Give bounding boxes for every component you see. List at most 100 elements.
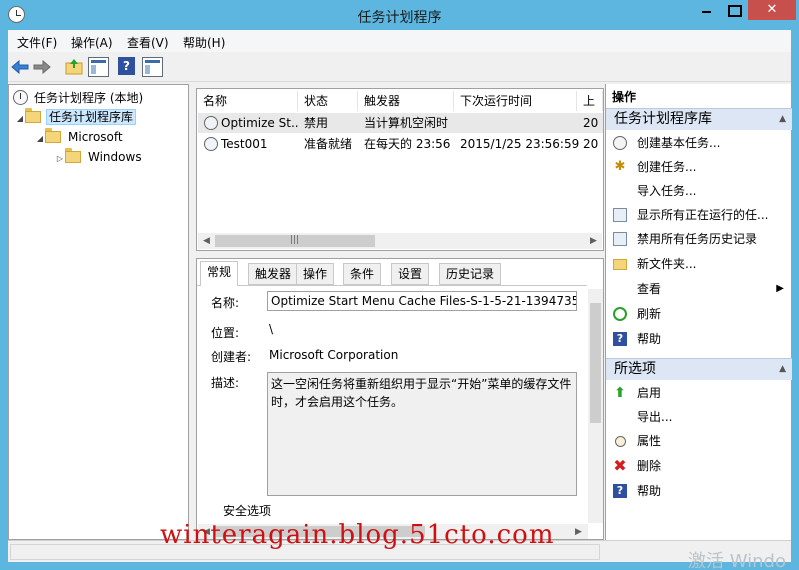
action-help-selected[interactable]: ? 帮助 (606, 480, 792, 502)
properties-icon (615, 436, 626, 447)
scroll-left-icon[interactable]: ◀ (198, 233, 215, 249)
tab-triggers[interactable]: 触发器 (248, 263, 299, 285)
section-title: 所选项 (614, 361, 656, 377)
watermark-text: winteragain.blog.51cto.com (160, 520, 555, 550)
scroll-right-icon[interactable]: ▶ (570, 524, 587, 539)
show-hide-action-pane-icon[interactable] (142, 57, 163, 77)
menu-help[interactable]: 帮助(H) (183, 34, 225, 51)
tree-item-windows[interactable]: ▷ Windows (55, 148, 144, 166)
client-area: 文件(F) 操作(A) 查看(V) 帮助(H) ? 任务计划程序 (本地) ◢ 任… (8, 30, 792, 562)
clock-icon (13, 90, 28, 105)
collapsed-arrow-icon[interactable]: ▷ (55, 150, 65, 168)
menu-action[interactable]: 操作(A) (71, 34, 113, 51)
help-icon: ? (613, 332, 627, 346)
task-list: 名称 状态 触发器 下次运行时间 上 Optimize St... 禁用 当计算… (196, 88, 604, 251)
maximize-button[interactable] (720, 0, 747, 20)
clock-icon (613, 136, 627, 150)
action-import-task[interactable]: 导入任务... (606, 180, 792, 202)
refresh-icon (613, 307, 627, 321)
name-field[interactable]: Optimize Start Menu Cache Files-S-1-5-21… (267, 291, 577, 311)
action-label: 禁用所有任务历史记录 (637, 232, 758, 246)
expand-arrow-icon[interactable]: ◢ (15, 110, 25, 128)
history-icon (613, 232, 627, 246)
close-button[interactable]: ✕ (748, 0, 796, 20)
cell-last-run: 20 (583, 137, 599, 151)
author-label: 创建者: (211, 350, 252, 364)
section-title: 任务计划程序库 (614, 111, 712, 127)
vertical-scrollbar[interactable] (588, 289, 603, 523)
section-selected-item[interactable]: 所选项 ▲ (606, 358, 792, 380)
collapse-icon[interactable]: ▲ (779, 109, 786, 130)
folder-up-icon[interactable] (64, 57, 84, 77)
tab-conditions[interactable]: 条件 (343, 263, 382, 285)
task-scheduler-window: 任务计划程序 ✕ 文件(F) 操作(A) 查看(V) 帮助(H) ? 任务计划程… (0, 0, 799, 570)
action-delete[interactable]: ✖ 删除 (606, 455, 792, 477)
action-disable-history[interactable]: 禁用所有任务历史记录 (606, 228, 792, 250)
column-header-last-run[interactable]: 上 (577, 91, 603, 111)
back-arrow-icon[interactable] (10, 57, 30, 77)
general-tab-body: 名称: Optimize Start Menu Cache Files-S-1-… (197, 285, 587, 525)
scroll-right-icon[interactable]: ▶ (585, 233, 602, 249)
tree-item-library[interactable]: ◢ 任务计划程序库 (15, 108, 137, 128)
new-task-icon: ✱ (614, 159, 626, 174)
action-properties[interactable]: 属性 (606, 430, 792, 452)
cell-next-run: 2015/1/25 23:56:59 (460, 137, 580, 151)
tab-history[interactable]: 历史记录 (439, 263, 502, 285)
tab-general[interactable]: 常规 (200, 261, 239, 286)
location-value: \ (269, 322, 274, 336)
list-icon (613, 208, 627, 222)
description-field[interactable]: 这一空闲任务将重新组织用于显示“开始”菜单的缓存文件时，才会启用这个任务。 (267, 372, 577, 496)
table-row[interactable]: Test001 准备就绪 在每天的 23:56 2015/1/25 23:56:… (198, 134, 603, 154)
minimize-button[interactable] (693, 0, 720, 20)
folder-icon (25, 108, 41, 123)
menu-file[interactable]: 文件(F) (17, 34, 57, 51)
cell-status: 禁用 (304, 116, 329, 130)
action-view[interactable]: 查看 ▶ (606, 278, 792, 300)
action-enable[interactable]: ⬆ 启用 (606, 382, 792, 404)
scroll-thumb[interactable] (590, 303, 601, 423)
table-row[interactable]: Optimize St... 禁用 当计算机空闲时 20 (198, 113, 603, 133)
action-label: 删除 (637, 459, 662, 473)
tree-item-root[interactable]: 任务计划程序 (本地) (13, 89, 145, 107)
cell-name: Optimize St... (204, 113, 299, 133)
description-label: 描述: (211, 376, 240, 390)
column-header-trigger[interactable]: 触发器 (358, 91, 454, 111)
show-hide-console-tree-icon[interactable] (88, 57, 109, 77)
action-label: 启用 (637, 386, 662, 400)
cell-last-run: 20 (583, 116, 599, 130)
action-export[interactable]: 导出... (606, 406, 792, 428)
action-display-running[interactable]: 显示所有正在运行的任... (606, 204, 792, 226)
tree-item-microsoft[interactable]: ◢ Microsoft (35, 128, 125, 146)
task-icon (204, 137, 218, 151)
column-header-next-run[interactable]: 下次运行时间 (454, 91, 577, 111)
enable-arrow-icon: ⬆ (614, 385, 626, 401)
tab-settings[interactable]: 设置 (391, 263, 430, 285)
tab-actions[interactable]: 操作 (296, 263, 335, 285)
collapse-icon[interactable]: ▲ (779, 359, 786, 380)
action-help[interactable]: ? 帮助 (606, 328, 792, 350)
name-label: 名称: (211, 296, 240, 310)
menu-view[interactable]: 查看(V) (127, 34, 169, 51)
help-icon: ? (613, 484, 627, 498)
action-label: 新文件夹... (637, 257, 697, 271)
section-task-library[interactable]: 任务计划程序库 ▲ (606, 108, 792, 130)
horizontal-scrollbar[interactable]: ◀ ||| ▶ (198, 233, 602, 249)
action-label: 帮助 (637, 484, 662, 498)
action-new-folder[interactable]: 新文件夹... (606, 253, 792, 275)
action-create-basic-task[interactable]: 创建基本任务... (606, 132, 792, 154)
forward-arrow-icon[interactable] (32, 57, 52, 77)
cell-name: Test001 (204, 134, 299, 154)
help-icon[interactable]: ? (118, 57, 135, 75)
column-header-name[interactable]: 名称 (197, 91, 298, 111)
column-header-status[interactable]: 状态 (298, 91, 358, 111)
folder-icon (45, 128, 61, 143)
action-refresh[interactable]: 刷新 (606, 303, 792, 325)
expand-arrow-icon[interactable]: ◢ (35, 130, 45, 148)
action-label: 查看 (637, 282, 662, 296)
action-label: 刷新 (637, 307, 662, 321)
console-tree: 任务计划程序 (本地) ◢ 任务计划程序库 ◢ Microsoft ▷ Windows (8, 84, 189, 540)
action-label: 导出... (637, 410, 673, 424)
action-create-task[interactable]: ✱ 创建任务... (606, 156, 792, 178)
cell-trigger: 当计算机空闲时 (364, 116, 449, 130)
action-label: 导入任务... (637, 184, 697, 198)
